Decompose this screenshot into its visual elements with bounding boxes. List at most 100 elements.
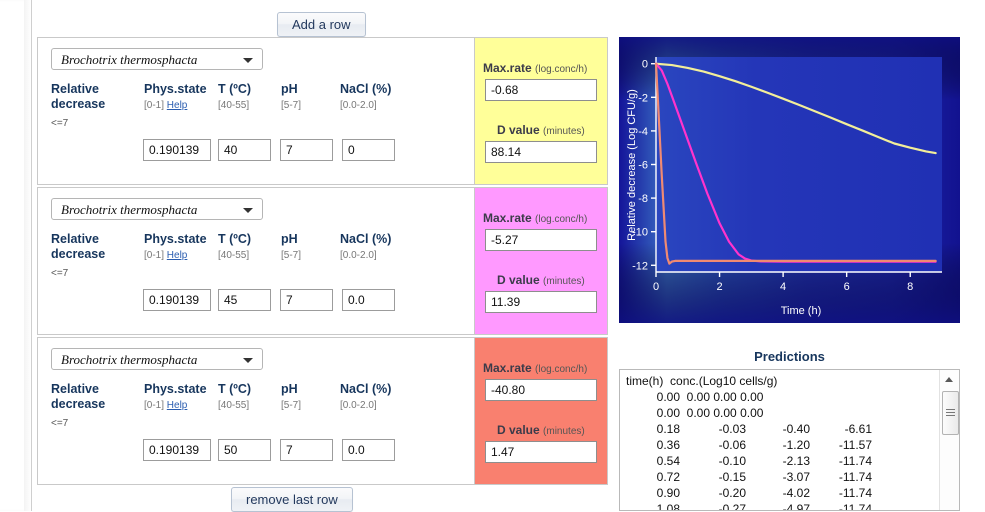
species-select-2[interactable]: Brochotrix thermosphacta	[51, 348, 263, 370]
temperature-header-2: T (ºC)	[218, 382, 252, 396]
phys-state-range: [0-1]	[144, 400, 165, 411]
max-rate-label-2: Max.rate (log.conc/h)	[483, 361, 587, 375]
temperature-input-2[interactable]: 50	[218, 439, 271, 461]
cell-time: 0.36	[656, 438, 680, 452]
relative-decrease-limit: <=7	[51, 118, 69, 129]
d-value-text: D value	[497, 423, 540, 437]
d-value-text: D value	[497, 123, 540, 137]
cell-c1: -0.15	[718, 470, 746, 484]
max-rate-value-1[interactable]: -5.27	[485, 229, 597, 251]
phys-state-range: [0-1]	[144, 250, 165, 261]
cell-c3: -11.57	[838, 438, 872, 452]
parameter-row: Brochotrix thermosphacta Relative decrea…	[37, 37, 608, 185]
ph-range-0: [5-7]	[281, 100, 302, 111]
temperature-input-0[interactable]: 40	[218, 139, 271, 161]
cell-c1: -0.10	[718, 454, 746, 468]
nacl-input-2[interactable]: 0.0	[342, 439, 395, 461]
predictions-row: 0.72 -0.15 -3.07 -11.74	[626, 469, 939, 485]
max-rate-unit: (log.conc/h)	[535, 64, 588, 75]
result-panel-2: Max.rate (log.conc/h) -40.80 D value (mi…	[474, 338, 607, 484]
x-tick-label: 2	[716, 281, 722, 293]
x-tick-label: 4	[780, 281, 786, 293]
nacl-input-1[interactable]: 0.0	[342, 289, 395, 311]
toolbar-top: Add a row	[31, 0, 611, 37]
chevron-down-icon	[243, 58, 253, 63]
cell-c2: -4.02	[782, 486, 810, 500]
cell-time: 0.00	[656, 406, 680, 420]
phys-state-help-link[interactable]: Help	[167, 100, 188, 111]
x-tick-label: 0	[653, 281, 659, 293]
phys-state-header-2: Phys.state	[144, 382, 207, 396]
species-select-1[interactable]: Brochotrix thermosphacta	[51, 198, 263, 220]
relative-decrease-text: Relative decrease	[51, 382, 106, 411]
add-row-button[interactable]: Add a row	[277, 12, 366, 37]
gutter-shadow	[24, 0, 31, 511]
chart-ylabel: Relative decrease (Log CFU/g)	[626, 89, 638, 241]
predictions-row: 0.00 0.00 0.00 0.00	[626, 405, 939, 421]
chart-svg: 0 2 4 6 80-2-4-6-8-10-12 Relative decrease (…	[619, 37, 960, 323]
d-value-text: D value	[497, 273, 540, 287]
predictions-header-time: time(h)	[626, 374, 664, 388]
ph-input-2[interactable]: 7	[280, 439, 333, 461]
cell-time: 0.00	[656, 390, 680, 404]
ph-header-0: pH	[281, 82, 298, 96]
species-select-0[interactable]: Brochotrix thermosphacta	[51, 48, 263, 70]
parameter-rows: Brochotrix thermosphacta Relative decrea…	[37, 37, 608, 487]
temperature-range-0: [40-55]	[218, 100, 250, 111]
cell-c3: -11.74	[838, 486, 872, 500]
phys-state-input-2[interactable]: 0.190139	[143, 439, 211, 461]
nacl-input-0[interactable]: 0	[342, 139, 395, 161]
species-select-value: Brochotrix thermosphacta	[61, 352, 198, 367]
predictions-panel: time(h) conc.(Log10 cells/g) 0.00 0.00 0…	[619, 369, 960, 511]
predictions-rows: 0.00 0.00 0.00 0.00 0.00 0.00 0.00 0.00 0.…	[626, 389, 939, 510]
d-value-value-2[interactable]: 1.47	[485, 441, 597, 463]
phys-state-help-link[interactable]: Help	[167, 400, 188, 411]
max-rate-text: Max.rate	[483, 61, 532, 75]
d-value-value-0[interactable]: 88.14	[485, 141, 597, 163]
relative-decrease-limit: <=7	[51, 268, 69, 279]
nacl-range-1: [0.0-2.0]	[340, 250, 377, 261]
cell-c3: 0.00	[740, 406, 764, 420]
remove-last-row-button[interactable]: remove last row	[231, 487, 353, 512]
max-rate-label-0: Max.rate (log.conc/h)	[483, 61, 587, 75]
relative-decrease-limit: <=7	[51, 418, 69, 429]
d-value-label-2: D value (minutes)	[497, 423, 585, 437]
scrollbar-thumb[interactable]	[942, 391, 959, 435]
y-tick-label: -12	[632, 260, 648, 272]
x-tick-label: 6	[844, 281, 850, 293]
phys-state-input-1[interactable]: 0.190139	[143, 289, 211, 311]
relative-decrease-text: Relative decrease	[51, 82, 106, 111]
d-value-unit: (minutes)	[543, 126, 585, 137]
predictions-row: 0.54 -0.10 -2.13 -11.74	[626, 453, 939, 469]
x-tick-label: 8	[907, 281, 913, 293]
d-value-value-1[interactable]: 11.39	[485, 291, 597, 313]
cell-c2: -2.13	[782, 454, 810, 468]
cell-c3: -6.61	[844, 422, 872, 436]
cell-c1: -0.03	[718, 422, 746, 436]
survival-curve-chart: 0 2 4 6 8 0 -2 -4 -6 -8 -10 -12 Relative decrease (…	[619, 37, 960, 323]
parameter-row: Brochotrix thermosphacta Relative decrea…	[37, 337, 608, 485]
y-tick-label: 0	[642, 59, 648, 71]
ph-input-1[interactable]: 7	[280, 289, 333, 311]
predictions-row: 1.08 -0.27 -4.97 -11.74	[626, 501, 939, 510]
ph-header-2: pH	[281, 382, 298, 396]
predictions-scrollbar[interactable]	[939, 370, 959, 510]
cell-c2: -1.20	[782, 438, 810, 452]
d-value-unit: (minutes)	[543, 426, 585, 437]
predictions-header-conc: conc.(Log10 cells/g)	[670, 374, 778, 388]
cell-c3: -11.74	[838, 470, 872, 484]
cell-time: 0.72	[656, 470, 680, 484]
temperature-input-1[interactable]: 45	[218, 289, 271, 311]
phys-state-help-link[interactable]: Help	[167, 250, 188, 261]
y-tick-label: -2	[638, 92, 648, 104]
predictions-row: 0.36 -0.06 -1.20 -11.57	[626, 437, 939, 453]
cell-c1: 0.00	[686, 390, 711, 404]
ph-input-0[interactable]: 7	[280, 139, 333, 161]
phys-state-input-0[interactable]: 0.190139	[143, 139, 211, 161]
max-rate-value-2[interactable]: -40.80	[485, 379, 597, 401]
scroll-up-arrow-icon[interactable]	[940, 370, 959, 389]
relative-decrease-label-2: Relative decrease <=7	[51, 382, 127, 431]
y-tick-label: -4	[638, 126, 648, 138]
max-rate-value-0[interactable]: -0.68	[485, 79, 597, 101]
temperature-header-0: T (ºC)	[218, 82, 252, 96]
